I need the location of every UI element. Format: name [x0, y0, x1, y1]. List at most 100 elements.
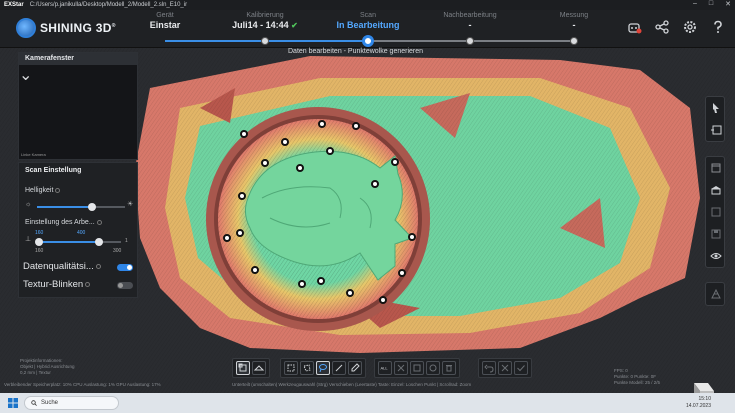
- slider-knob-min[interactable]: [35, 238, 43, 246]
- texture-blink-toggle[interactable]: [117, 282, 133, 289]
- connected-select-icon[interactable]: [426, 361, 440, 375]
- footer-center-hint: Unterteilt (umschalten) Werkzeugauswahl …: [232, 382, 472, 387]
- settings-icon[interactable]: [681, 18, 699, 36]
- step-label: Messung: [559, 12, 589, 19]
- slider-knob[interactable]: [87, 203, 96, 211]
- taskbar: Suche 15:10 14.07.2023: [0, 393, 735, 413]
- mesh-view-icon[interactable]: [252, 361, 266, 375]
- data-quality-toggle[interactable]: [117, 264, 133, 271]
- maximize-button[interactable]: □: [709, 0, 713, 8]
- step-dot: [261, 37, 269, 45]
- undo-icon[interactable]: [482, 361, 496, 375]
- step-value: In Bearbeitung: [336, 20, 400, 30]
- brightness-slider[interactable]: [37, 203, 125, 211]
- logo-mark-icon: [16, 18, 36, 38]
- save-icon[interactable]: [706, 223, 726, 245]
- right-toolbar-mesh: [705, 282, 725, 306]
- distance-range-slider[interactable]: [35, 238, 121, 246]
- minimize-button[interactable]: –: [693, 0, 697, 8]
- brush-select-icon[interactable]: [348, 361, 362, 375]
- workflow-header: SHINING 3D® Gerät Einstar Kalibrierung J…: [0, 10, 735, 48]
- check-icon: ✔: [291, 21, 298, 30]
- working-distance-label: Einstellung des Arbe...: [25, 219, 102, 226]
- windows-start-icon[interactable]: [8, 398, 18, 408]
- polygon-select-icon[interactable]: [300, 361, 314, 375]
- scan-settings-title: Scan Einstellung: [25, 167, 82, 174]
- step-postprocessing[interactable]: Nachbearbeitung -: [425, 12, 515, 45]
- taskbar-clock[interactable]: 15:10 14.07.2023: [686, 396, 711, 410]
- app-name: EXStar: [4, 2, 24, 8]
- step-label: Scan: [360, 12, 376, 19]
- help-icon[interactable]: [85, 281, 91, 287]
- distance-icon: ⊥: [25, 236, 32, 243]
- status-message: Daten bearbeiten - Punktewolke generiere…: [288, 48, 424, 55]
- file-path: C:/Users/p.janikulla/Desktop/Modell_2/Mo…: [29, 2, 188, 8]
- pointer-tool-icon[interactable]: [706, 97, 726, 119]
- search-placeholder: Suche: [41, 400, 59, 406]
- scan-target-icon[interactable]: [706, 201, 726, 223]
- help-icon[interactable]: [96, 219, 102, 225]
- rect-select-icon[interactable]: [284, 361, 298, 375]
- invert-select-icon[interactable]: [410, 361, 424, 375]
- app-window: EXStar C:/Users/p.janikulla/Desktop/Mode…: [0, 0, 735, 413]
- window-icon[interactable]: [706, 157, 726, 179]
- step-dot: [466, 37, 474, 45]
- sun-high-icon: ☀: [127, 201, 134, 208]
- cancel-icon[interactable]: [498, 361, 512, 375]
- share-icon[interactable]: [653, 18, 671, 36]
- step-label: Kalibrierung: [246, 12, 284, 19]
- distance-min: 160: [35, 248, 44, 254]
- texture-blink-row: Textur-Blinken: [23, 279, 91, 290]
- robot-icon[interactable]: [625, 18, 643, 36]
- step-value: -: [468, 20, 472, 30]
- step-scan[interactable]: Scan In Bearbeitung: [323, 12, 413, 47]
- camera-window: Kamerafenster ⌄ Linke Kamera: [18, 52, 138, 160]
- step-device[interactable]: Gerät Einstar: [120, 12, 210, 30]
- step-dot: [362, 35, 374, 47]
- step-value: Juli14 - 14:44 ✔: [232, 20, 298, 30]
- edit-toolbar: ALL: [374, 358, 460, 378]
- deselect-icon[interactable]: [394, 361, 408, 375]
- search-icon: [31, 400, 37, 406]
- taskbar-search[interactable]: Suche: [24, 396, 119, 410]
- view-mode-icon[interactable]: [236, 361, 250, 375]
- building-icon[interactable]: [706, 179, 726, 201]
- step-measurement[interactable]: Messung -: [529, 12, 619, 45]
- close-button[interactable]: ✕: [725, 0, 731, 8]
- help-icon[interactable]: [95, 263, 101, 269]
- eye-icon[interactable]: [706, 245, 726, 267]
- fps-info: FPS: 0 Punkte: 0 Punkte: 0F Punkte Model…: [614, 368, 661, 385]
- camera-caption: Linke Kamera: [21, 152, 46, 157]
- brand-logo: SHINING 3D®: [16, 18, 116, 38]
- frame-tool-icon[interactable]: [706, 119, 726, 141]
- logo-text: SHINING 3D®: [40, 21, 116, 35]
- svg-text:ALL: ALL: [381, 366, 389, 371]
- confirm-toolbar: [478, 358, 532, 378]
- chevron-down-icon[interactable]: ⌄: [19, 67, 32, 84]
- distance-end: 1: [125, 238, 128, 244]
- title-bar: EXStar C:/Users/p.janikulla/Desktop/Mode…: [0, 0, 735, 10]
- help-icon[interactable]: [55, 187, 61, 193]
- brightness-label: Helligkeit: [25, 187, 61, 194]
- header-icons: [625, 18, 727, 36]
- sun-low-icon: ☼: [25, 201, 32, 208]
- project-info: Projektinformationen: Objekt | Hybrid Au…: [20, 358, 75, 375]
- step-calibration[interactable]: Kalibrierung Juli14 - 14:44 ✔: [220, 12, 310, 45]
- line-select-icon[interactable]: [332, 361, 346, 375]
- delete-icon[interactable]: [442, 361, 456, 375]
- window-controls: – □ ✕: [693, 0, 731, 8]
- scan-settings-panel: Scan Einstellung Helligkeit ☼ ☀ Einstell…: [18, 162, 138, 298]
- view-toolbar: [232, 358, 270, 378]
- slider-knob-max[interactable]: [95, 238, 103, 246]
- lasso-select-icon[interactable]: [316, 361, 330, 375]
- selection-toolbar: [280, 358, 366, 378]
- help-icon[interactable]: [709, 18, 727, 36]
- step-label: Gerät: [156, 12, 174, 19]
- mesh-icon[interactable]: [706, 283, 726, 305]
- camera-window-title: Kamerafenster: [19, 53, 137, 65]
- distance-high: 400: [77, 230, 86, 236]
- confirm-icon[interactable]: [514, 361, 528, 375]
- distance-low: 160: [35, 230, 44, 236]
- step-value: Einstar: [149, 20, 181, 30]
- select-all-icon[interactable]: ALL: [378, 361, 392, 375]
